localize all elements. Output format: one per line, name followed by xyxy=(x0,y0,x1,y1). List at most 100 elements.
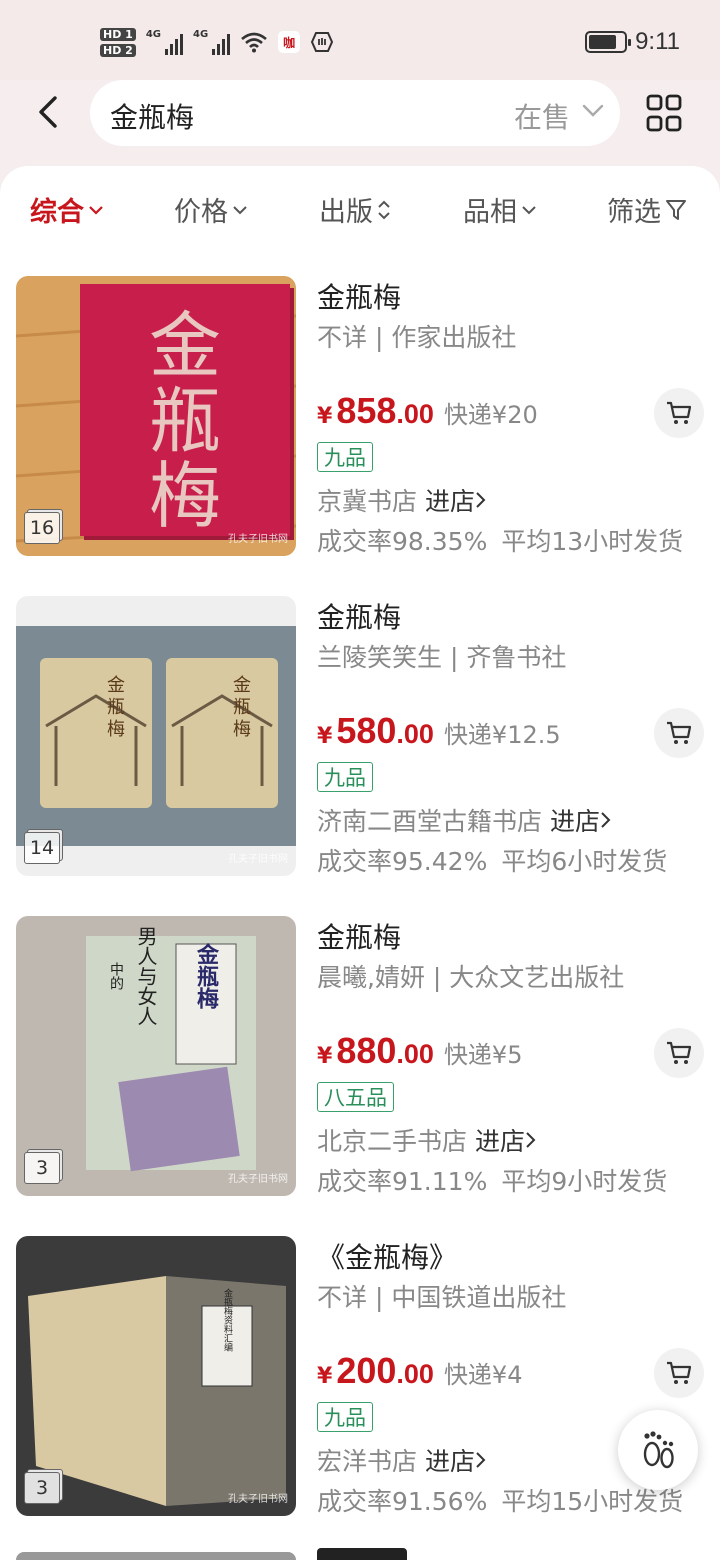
signal-2-icon: 4G xyxy=(193,29,231,55)
grid-icon[interactable] xyxy=(646,94,682,132)
sort-condition-label: 品相 xyxy=(463,197,517,228)
chevron-right-icon xyxy=(476,1452,486,1468)
cover-char-5: 瓶 xyxy=(233,697,251,718)
store-stats: 成交率91.56% 平均15小时发货 xyxy=(317,1482,683,1518)
store-name[interactable]: 宏洋书店 xyxy=(317,1442,417,1478)
enter-store-link[interactable]: 进店 xyxy=(550,802,612,838)
ship-time: 平均9小时发货 xyxy=(501,1167,668,1196)
sort-comprehensive-label: 综合 xyxy=(30,197,84,228)
store-row: 济南二酉堂古籍书店 进店 xyxy=(317,802,612,838)
product-price: ¥ 880 .00 快递¥5 xyxy=(317,1030,522,1072)
product-image[interactable]: 金 瓶 梅 16 孔夫子旧书网 xyxy=(16,276,296,556)
product-item[interactable]: 金 瓶 梅 16 孔夫子旧书网 金瓶梅 不详 | 作家出版社 ¥ 858 .00… xyxy=(0,276,720,566)
clock: 9:11 xyxy=(635,28,680,55)
add-to-cart-button[interactable] xyxy=(654,1028,704,1078)
sort-publish-tab[interactable]: 出版 xyxy=(319,190,391,229)
product-price: ¥ 580 .00 快递¥12.5 xyxy=(317,710,561,752)
enter-store-link[interactable]: 进店 xyxy=(475,1122,537,1158)
store-row: 北京二手书店 进店 xyxy=(317,1122,537,1158)
cart-icon xyxy=(667,1041,692,1064)
add-to-cart-button[interactable] xyxy=(654,1348,704,1398)
product-author-publisher: 晨曦,婧妍 | 大众文艺出版社 xyxy=(317,963,625,992)
enter-store-link[interactable]: 进店 xyxy=(425,482,487,518)
sort-price-tab[interactable]: 价格 xyxy=(174,190,248,229)
chevron-down-icon xyxy=(522,205,536,214)
add-to-cart-button[interactable] xyxy=(654,708,704,758)
product-price: ¥ 200 .00 快递¥4 xyxy=(317,1350,522,1392)
chevron-right-icon xyxy=(601,812,611,828)
price-decimal: .00 xyxy=(396,399,434,429)
enter-store-link[interactable]: 进店 xyxy=(425,1442,487,1478)
cover-title: 金瓶梅资料汇编 xyxy=(222,1287,233,1352)
price-decimal: .00 xyxy=(396,719,434,749)
condition-tag: 九品 xyxy=(317,442,373,472)
filter-tab[interactable]: 筛选 xyxy=(607,190,687,229)
app-notification-badge: 咖 xyxy=(278,31,301,53)
shipping-fee: 快递¥12.5 xyxy=(443,721,561,749)
cart-icon xyxy=(667,721,692,744)
product-author-publisher: 不详 | 作家出版社 xyxy=(317,323,517,352)
add-to-cart-button[interactable] xyxy=(654,388,704,438)
wifi-icon xyxy=(241,32,268,53)
cart-icon xyxy=(667,1361,692,1384)
shipping-fee: 快递¥4 xyxy=(443,1361,523,1389)
price-decimal: .00 xyxy=(396,1359,434,1389)
price-currency: ¥ xyxy=(317,1044,333,1069)
condition-tag: 九品 xyxy=(317,762,373,792)
deal-rate: 成交率98.35% xyxy=(317,527,488,556)
search-box[interactable]: 金瓶梅 在售 xyxy=(90,80,620,146)
condition-tag: 八五品 xyxy=(317,1082,394,1112)
search-query[interactable]: 金瓶梅 xyxy=(110,96,194,136)
condition-tag: 九品 xyxy=(317,1402,373,1432)
store-name[interactable]: 京冀书店 xyxy=(317,482,417,518)
ship-time: 平均15小时发货 xyxy=(501,1487,684,1516)
cover-subtitle: 男人与女人 xyxy=(134,926,158,1026)
product-image[interactable]: 金瓶梅 男人与女人 中的 3 孔夫子旧书网 xyxy=(16,916,296,1196)
store-name[interactable]: 北京二手书店 xyxy=(317,1122,467,1158)
enter-store-label: 进店 xyxy=(425,1447,476,1476)
cover-char-3: 梅 xyxy=(149,454,221,538)
product-image[interactable]: 金 瓶 梅 金 瓶 梅 14 孔夫子旧书网 xyxy=(16,596,296,876)
hd2-badge: HD 2 xyxy=(100,43,136,57)
chevron-right-icon xyxy=(526,1132,536,1148)
product-item[interactable]: 金 瓶 梅 金 瓶 梅 14 孔夫子旧书网 金瓶梅 兰陵笑笑生 | 齐鲁书社 ¥… xyxy=(0,596,720,886)
watermark: 孔夫子旧书网 xyxy=(228,1494,288,1505)
product-item[interactable]: 金瓶梅 男人与女人 中的 3 孔夫子旧书网 金瓶梅 晨曦,婧妍 | 大众文艺出版… xyxy=(0,916,720,1206)
product-title[interactable]: 金瓶梅 xyxy=(317,596,401,636)
store-row: 宏洋书店 进店 xyxy=(317,1442,487,1478)
product-title[interactable]: 金瓶梅 xyxy=(317,276,401,316)
price-integer: 880 xyxy=(336,1030,397,1071)
product-title[interactable]: 《金瓶梅》 xyxy=(317,1236,457,1276)
enter-store-label: 进店 xyxy=(475,1127,526,1156)
deal-rate: 成交率95.42% xyxy=(317,847,488,876)
sort-condition-tab[interactable]: 品相 xyxy=(463,190,537,229)
image-count-badge: 16 xyxy=(24,512,60,544)
store-name[interactable]: 济南二酉堂古籍书店 xyxy=(317,802,542,838)
filter-label: 筛选 xyxy=(607,197,661,228)
enter-store-label: 进店 xyxy=(425,487,476,516)
cover-char-1: 金 xyxy=(149,304,221,388)
status-right: 9:11 xyxy=(585,24,680,60)
cover-small-title: 中的 xyxy=(108,962,124,990)
product-author-publisher: 兰陵笑笑生 | 齐鲁书社 xyxy=(317,643,567,672)
signal-1-icon: 4G xyxy=(146,29,183,55)
price-currency: ¥ xyxy=(317,724,333,749)
price-integer: 200 xyxy=(336,1350,397,1391)
image-count-badge: 14 xyxy=(24,832,60,864)
cover-char-2: 瓶 xyxy=(149,379,221,463)
browse-history-button[interactable] xyxy=(618,1410,698,1490)
deal-rate: 成交率91.11% xyxy=(317,1167,488,1196)
chevron-down-icon xyxy=(233,205,247,214)
hd1-badge: HD 1 xyxy=(100,27,136,41)
back-button[interactable] xyxy=(28,88,68,136)
chevron-down-icon[interactable] xyxy=(582,104,604,118)
store-stats: 成交率91.11% 平均9小时发货 xyxy=(317,1162,667,1198)
product-title[interactable]: 金瓶梅 xyxy=(317,916,401,956)
image-count-badge: 3 xyxy=(24,1472,60,1504)
sale-status-dropdown[interactable]: 在售 xyxy=(514,96,570,136)
sort-comprehensive-tab[interactable]: 综合 xyxy=(30,190,104,229)
product-item[interactable]: 金瓶梅资料汇编 3 孔夫子旧书网 《金瓶梅》 不详 | 中国铁道出版社 ¥ 20… xyxy=(0,1236,720,1526)
battery-icon xyxy=(585,31,632,53)
price-currency: ¥ xyxy=(317,1364,333,1389)
product-image[interactable]: 金瓶梅资料汇编 3 孔夫子旧书网 xyxy=(16,1236,296,1516)
